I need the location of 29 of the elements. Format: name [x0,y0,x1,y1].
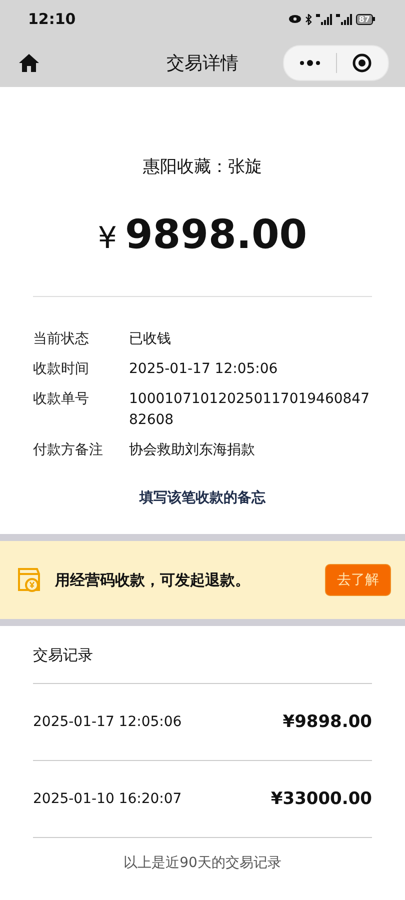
home-icon[interactable] [18,52,40,74]
detail-value: 10001071012025011701946084782608 [129,390,370,430]
record-time: 2025-01-17 12:05:06 [33,714,182,730]
eye-icon [288,15,301,23]
detail-label: 当前状态 [33,330,90,349]
record-amount: ¥33000.00 [270,789,372,809]
bluetooth-icon [304,14,312,24]
more-icon[interactable] [298,60,321,66]
payee-name: 惠阳收藏：张旋 [142,156,263,178]
shop-coin-icon [17,567,41,593]
detail-label: 付款方备注 [33,441,104,460]
detail-label: 收款单号 [33,390,90,409]
records-footer: 以上是近90天的交易记录 [33,838,372,872]
detail-value: 2025-01-17 12:05:06 [129,360,279,379]
detail-label: 收款时间 [33,360,90,379]
record-amount: ¥9898.00 [282,712,372,732]
signal-icon [336,14,352,24]
note-link[interactable]: 填写该笔收款的备忘 [140,490,266,506]
signal-icon [316,14,332,24]
detail-value: 已收钱 [129,330,172,349]
currency-symbol: ¥ [98,221,117,256]
detail-value: 协会救助刘东海捐款 [129,441,256,460]
record-time: 2025-01-10 16:20:07 [33,791,182,807]
battery-level: 87 [356,14,373,24]
banner-text: 用经营码收款，可发起退款。 [55,570,251,590]
status-time: 12:10 [28,10,76,28]
records-title: 交易记录 [33,645,94,666]
page-title: 交易详情 [166,52,238,74]
amount-value: 9898.00 [124,212,308,258]
